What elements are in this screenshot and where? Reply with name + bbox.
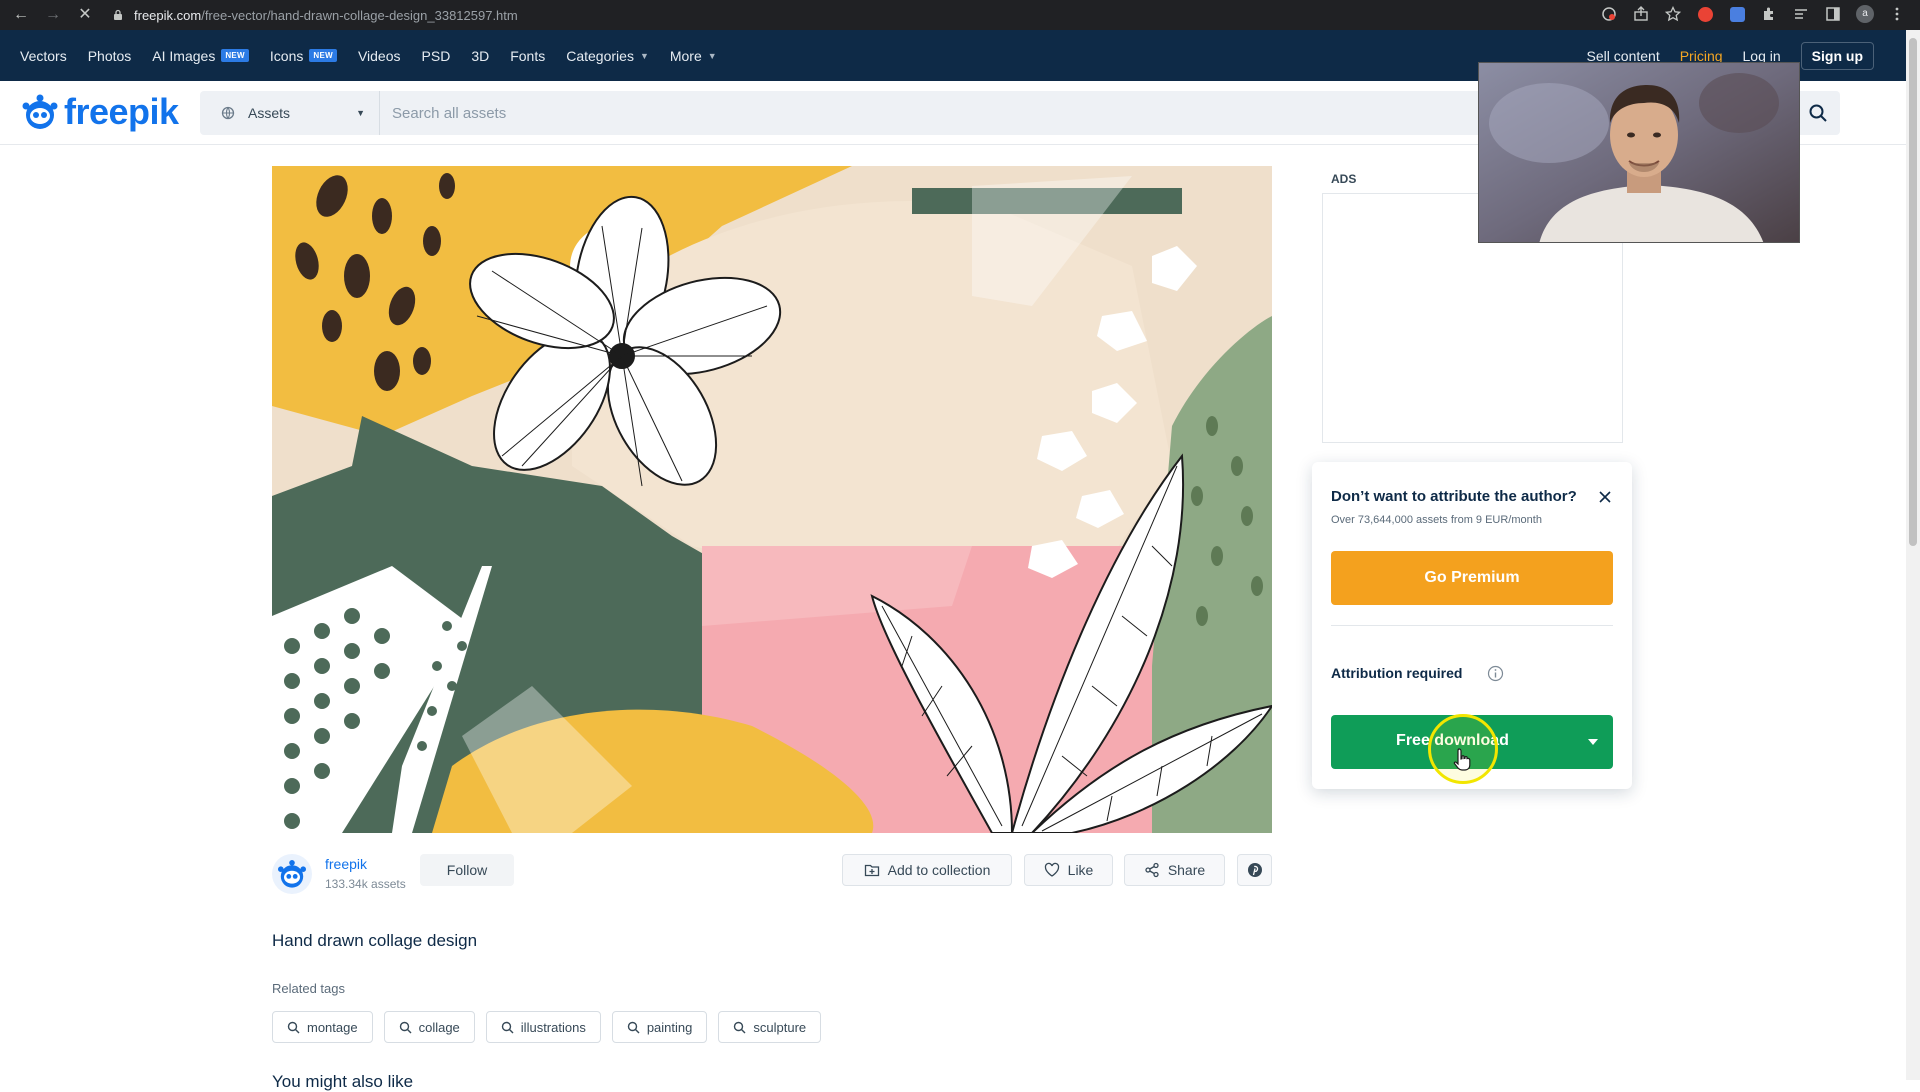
search-icon xyxy=(501,1021,514,1033)
new-badge: NEW xyxy=(221,49,249,62)
tag-montage[interactable]: montage xyxy=(272,1011,373,1043)
pinterest-icon xyxy=(1247,863,1262,877)
chevron-down-icon: ▼ xyxy=(356,108,365,118)
tracking-protection-icon[interactable] xyxy=(1600,5,1618,23)
asset-title: Hand drawn collage design xyxy=(272,931,478,950)
signup-button[interactable]: Sign up xyxy=(1800,41,1874,70)
reading-list-icon[interactable] xyxy=(1792,5,1810,23)
page-scrollbar[interactable] xyxy=(1906,30,1920,1080)
popup-title: Don’t want to attribute the author? xyxy=(1331,488,1577,505)
asset-type-select[interactable]: Assets ▼ xyxy=(200,91,380,135)
ads-label: ADS xyxy=(1331,172,1357,186)
popup-subtitle: Over 73,644,000 assets from 9 EUR/month xyxy=(1331,514,1542,526)
presenter-video xyxy=(1479,63,1799,242)
nav-ai-images[interactable]: AI Images NEW xyxy=(152,48,249,64)
search-icon xyxy=(734,1021,746,1033)
nav-photos[interactable]: Photos xyxy=(88,48,132,64)
search-button[interactable] xyxy=(1794,91,1840,135)
nav-videos[interactable]: Videos xyxy=(358,48,401,64)
webcam-overlay xyxy=(1478,62,1800,243)
asset-preview-image[interactable] xyxy=(272,166,1272,833)
lock-icon xyxy=(114,9,122,20)
bookmark-star-icon[interactable] xyxy=(1664,5,1682,23)
freepik-logo[interactable]: freepik xyxy=(20,91,179,133)
nav-3d[interactable]: 3D xyxy=(471,48,489,64)
author-asset-count: 133.34k assets xyxy=(325,877,406,891)
address-bar[interactable]: freepik.com/free-vector/hand-drawn-colla… xyxy=(112,3,1567,27)
asset-type-label: Assets xyxy=(248,105,291,121)
forward-icon[interactable]: → xyxy=(44,6,62,24)
related-tags-list: montage collage illustrations painting s… xyxy=(272,1011,822,1043)
tag-painting[interactable]: painting xyxy=(611,1011,708,1043)
scroll-thumb[interactable] xyxy=(1909,38,1917,546)
go-premium-button[interactable]: Go Premium xyxy=(1331,551,1613,605)
collage-artwork xyxy=(272,166,1272,833)
share-button[interactable]: Share xyxy=(1124,854,1225,886)
translate-extension-icon[interactable] xyxy=(1728,5,1746,23)
attribution-required-label: Attribution required xyxy=(1331,665,1463,681)
logo-text: freepik xyxy=(64,91,179,132)
search-icon xyxy=(399,1021,412,1033)
browser-toolbar: ← → ✕ freepik.com/free-vector/hand-drawn… xyxy=(0,0,1920,30)
side-panel-icon[interactable] xyxy=(1824,5,1842,23)
you-might-like-heading: You might also like xyxy=(272,1072,414,1091)
chevron-down-icon: ▼ xyxy=(639,50,649,61)
back-icon[interactable]: ← xyxy=(12,6,30,24)
share-page-icon[interactable] xyxy=(1632,5,1650,23)
new-badge: NEW xyxy=(309,49,337,62)
stop-loading-icon[interactable]: ✕ xyxy=(76,6,94,24)
heart-icon xyxy=(1044,862,1059,877)
profile-avatar[interactable]: a xyxy=(1856,5,1874,23)
assets-icon xyxy=(221,106,235,120)
kebab-menu-icon[interactable] xyxy=(1888,5,1906,23)
chevron-down-icon: ▼ xyxy=(707,50,717,61)
url-text: freepik.com/free-vector/hand-drawn-colla… xyxy=(134,7,518,23)
folder-plus-icon xyxy=(864,864,879,877)
hand-cursor-icon xyxy=(1453,748,1471,771)
nav-fonts[interactable]: Fonts xyxy=(510,48,545,64)
tag-collage[interactable]: collage xyxy=(383,1011,475,1043)
author-name-link[interactable]: freepik xyxy=(325,856,367,872)
search-icon xyxy=(287,1021,300,1033)
nav-icons[interactable]: Icons NEW xyxy=(270,48,337,64)
chevron-down-icon[interactable] xyxy=(1587,737,1599,747)
nav-psd[interactable]: PSD xyxy=(422,48,451,64)
nav-vectors[interactable]: Vectors xyxy=(20,48,67,64)
search-icon xyxy=(1809,104,1827,122)
search-icon xyxy=(627,1021,640,1033)
freepik-logo-icon xyxy=(278,860,306,888)
like-button[interactable]: Like xyxy=(1024,854,1113,886)
follow-button[interactable]: Follow xyxy=(420,854,514,886)
divider xyxy=(1331,625,1613,626)
info-icon[interactable] xyxy=(1487,665,1504,682)
related-tags-label: Related tags xyxy=(272,981,345,996)
freepik-logo-icon xyxy=(22,94,58,129)
close-icon[interactable] xyxy=(1596,488,1614,506)
nav-more[interactable]: More ▼ xyxy=(670,48,717,64)
extensions-puzzle-icon[interactable] xyxy=(1760,5,1778,23)
share-icon xyxy=(1145,862,1159,878)
tag-sculpture[interactable]: sculpture xyxy=(718,1011,822,1043)
author-actions-row: freepik 133.34k assets Follow Add to col… xyxy=(272,850,1272,894)
add-to-collection-button[interactable]: Add to collection xyxy=(842,854,1012,886)
nav-categories[interactable]: Categories ▼ xyxy=(566,48,649,64)
pinterest-button[interactable] xyxy=(1237,854,1272,886)
tag-illustrations[interactable]: illustrations xyxy=(485,1011,601,1043)
extension-red-icon[interactable] xyxy=(1696,5,1714,23)
author-avatar[interactable] xyxy=(272,854,312,894)
